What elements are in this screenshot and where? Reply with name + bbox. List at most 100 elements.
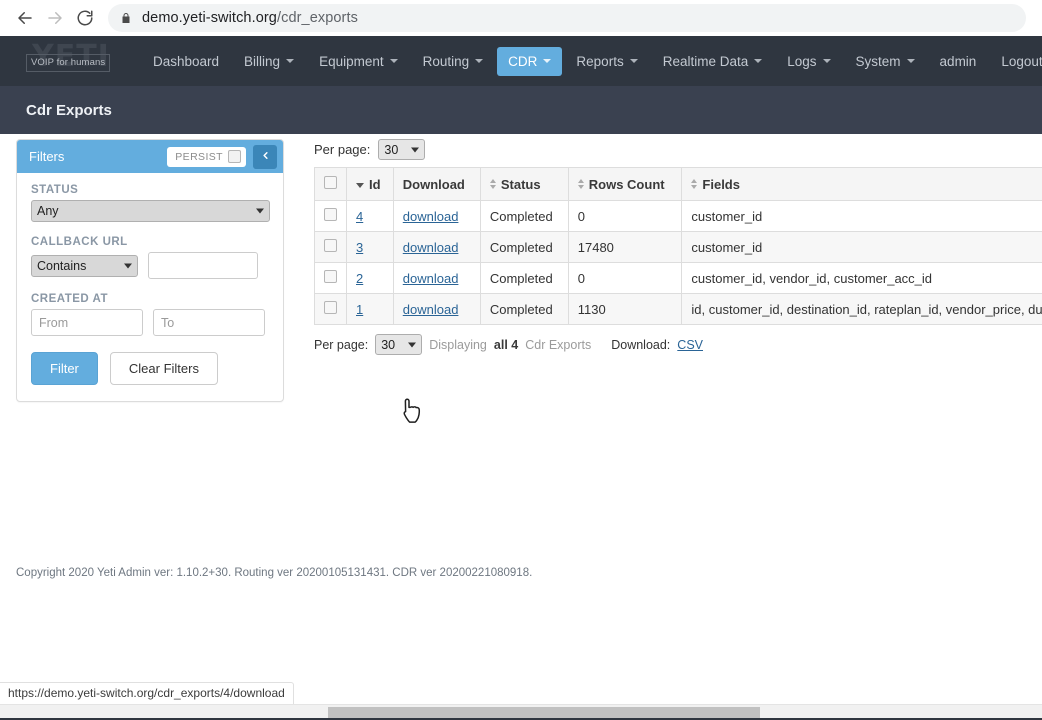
table-header: Id Download Status Rows Count Fields [314, 167, 1042, 201]
browser-status-bar: https://demo.yeti-switch.org/cdr_exports… [0, 682, 294, 704]
cell-download[interactable]: download [393, 293, 481, 325]
per-page-select-bottom[interactable]: 30 [375, 334, 423, 355]
nav-item-logs[interactable]: Logs [776, 47, 841, 76]
nav-item-realtime-data[interactable]: Realtime Data [652, 47, 774, 76]
callback-operator-select[interactable]: Contains [31, 254, 138, 277]
row-select-cell[interactable] [314, 293, 347, 325]
column-header-status[interactable]: Status [480, 167, 569, 201]
per-page-select-bottom-wrapper[interactable]: 30 [375, 334, 423, 355]
column-header-id[interactable]: Id [346, 167, 394, 201]
status-field-label: STATUS [31, 184, 79, 196]
cell-id[interactable]: 3 [346, 231, 394, 263]
forward-button[interactable] [40, 3, 70, 33]
chevron-left-icon [260, 148, 271, 166]
page-title: Cdr Exports [26, 101, 112, 119]
chevron-down-icon [389, 59, 398, 63]
row-select-cell[interactable] [314, 200, 347, 232]
filter-button[interactable]: Filter [31, 352, 98, 385]
download-csv-link[interactable]: CSV [677, 338, 703, 352]
cdr-exports-table: Id Download Status Rows Count Fields 4 d… [314, 167, 1042, 325]
url-path: /cdr_exports [276, 9, 358, 26]
table-body: 4 download Completed 0 customer_id {"tim… [314, 200, 1042, 325]
filters-panel-body: STATUS Any CALLBACK URL Contains CREATED… [17, 173, 283, 401]
nav-item-system[interactable]: System [845, 47, 926, 76]
row-checkbox[interactable] [324, 239, 337, 252]
created-at-from-input[interactable] [31, 309, 143, 336]
nav-label: Reports [576, 53, 624, 69]
persist-checkbox[interactable] [228, 150, 241, 163]
row-select-cell[interactable] [314, 262, 347, 294]
cell-download[interactable]: download [393, 262, 481, 294]
select-all-checkbox[interactable] [324, 176, 337, 189]
nav-item-cdr[interactable]: CDR [497, 46, 563, 76]
address-bar[interactable]: demo.yeti-switch.org/cdr_exports [108, 3, 1026, 32]
nav-label: Logs [787, 53, 817, 69]
row-checkbox[interactable] [324, 270, 337, 283]
reload-button[interactable] [70, 3, 100, 33]
id-link[interactable]: 1 [356, 302, 363, 317]
id-link[interactable]: 3 [356, 240, 363, 255]
row-checkbox[interactable] [324, 208, 337, 221]
status-select[interactable]: Any [31, 200, 270, 222]
created-at-to-input[interactable] [153, 309, 265, 336]
cell-rows-count: 1130 [568, 293, 683, 325]
per-page-select-wrapper[interactable]: 30 [378, 139, 426, 160]
download-link[interactable]: download [403, 240, 459, 255]
chevron-down-icon [475, 59, 484, 63]
download-link[interactable]: download [403, 209, 459, 224]
table-footer-row: Per page: 30 Displaying all 4 Cdr Export… [314, 334, 1042, 355]
select-all-header[interactable] [314, 167, 347, 201]
cell-id[interactable]: 1 [346, 293, 394, 325]
callback-url-input[interactable] [148, 252, 258, 279]
table-section: Per page: 30 Id Download Status Rows Cou… [314, 139, 1042, 355]
page-viewport: YETI VOIP for humans Dashboard Billing E… [0, 36, 1042, 720]
nav-label: Billing [244, 53, 281, 69]
download-link[interactable]: download [403, 271, 459, 286]
cell-rows-count: 0 [568, 200, 683, 232]
cell-id[interactable]: 4 [346, 200, 394, 232]
cell-id[interactable]: 2 [346, 262, 394, 294]
clear-filters-button[interactable]: Clear Filters [109, 352, 218, 385]
chevron-down-icon [286, 59, 295, 63]
back-button[interactable] [10, 3, 40, 33]
nav-item-routing[interactable]: Routing [412, 47, 495, 76]
nav-label: CDR [508, 53, 538, 69]
column-header-rows-count[interactable]: Rows Count [568, 167, 683, 201]
filters-panel-title: Filters [29, 149, 65, 164]
id-link[interactable]: 2 [356, 271, 363, 286]
displaying-prefix: Displaying [429, 337, 487, 352]
row-select-cell[interactable] [314, 231, 347, 263]
nav-item-admin[interactable]: admin [929, 47, 988, 76]
per-page-select[interactable]: 30 [378, 139, 426, 160]
cell-status: Completed [480, 262, 569, 294]
cell-fields: customer_id, vendor_id, customer_acc_id [681, 262, 1042, 294]
nav-item-logout[interactable]: Logout [990, 47, 1042, 76]
lock-icon [120, 11, 132, 25]
cell-download[interactable]: download [393, 200, 481, 232]
table-row: 4 download Completed 0 customer_id {"tim… [314, 200, 1042, 232]
cell-download[interactable]: download [393, 231, 481, 263]
download-link[interactable]: download [403, 302, 459, 317]
sort-both-icon [691, 178, 698, 189]
nav-item-billing[interactable]: Billing [233, 47, 305, 76]
sort-both-icon [489, 178, 496, 189]
column-header-download[interactable]: Download [393, 167, 481, 201]
column-header-fields[interactable]: Fields [681, 167, 1042, 201]
per-page-top-row: Per page: 30 [314, 139, 1042, 160]
nav-label: Routing [422, 53, 470, 69]
id-link[interactable]: 4 [356, 209, 363, 224]
status-select-wrapper[interactable]: Any [31, 200, 270, 222]
brand-tagline: VOIP for humans [26, 54, 111, 72]
persist-toggle[interactable]: PERSIST [167, 146, 246, 167]
collapse-filters-button[interactable] [253, 144, 277, 169]
nav-item-equipment[interactable]: Equipment [308, 47, 409, 76]
cell-status: Completed [480, 200, 569, 232]
row-checkbox[interactable] [324, 301, 337, 314]
nav-item-reports[interactable]: Reports [565, 47, 648, 76]
cell-fields: customer_id [681, 231, 1042, 263]
table-row: 1 download Completed 1130 id, customer_i… [314, 293, 1042, 325]
column-label: Id [369, 176, 381, 192]
brand-logo[interactable]: YETI VOIP for humans [26, 39, 116, 81]
callback-operator-wrapper[interactable]: Contains [31, 254, 138, 277]
nav-item-dashboard[interactable]: Dashboard [142, 47, 230, 76]
